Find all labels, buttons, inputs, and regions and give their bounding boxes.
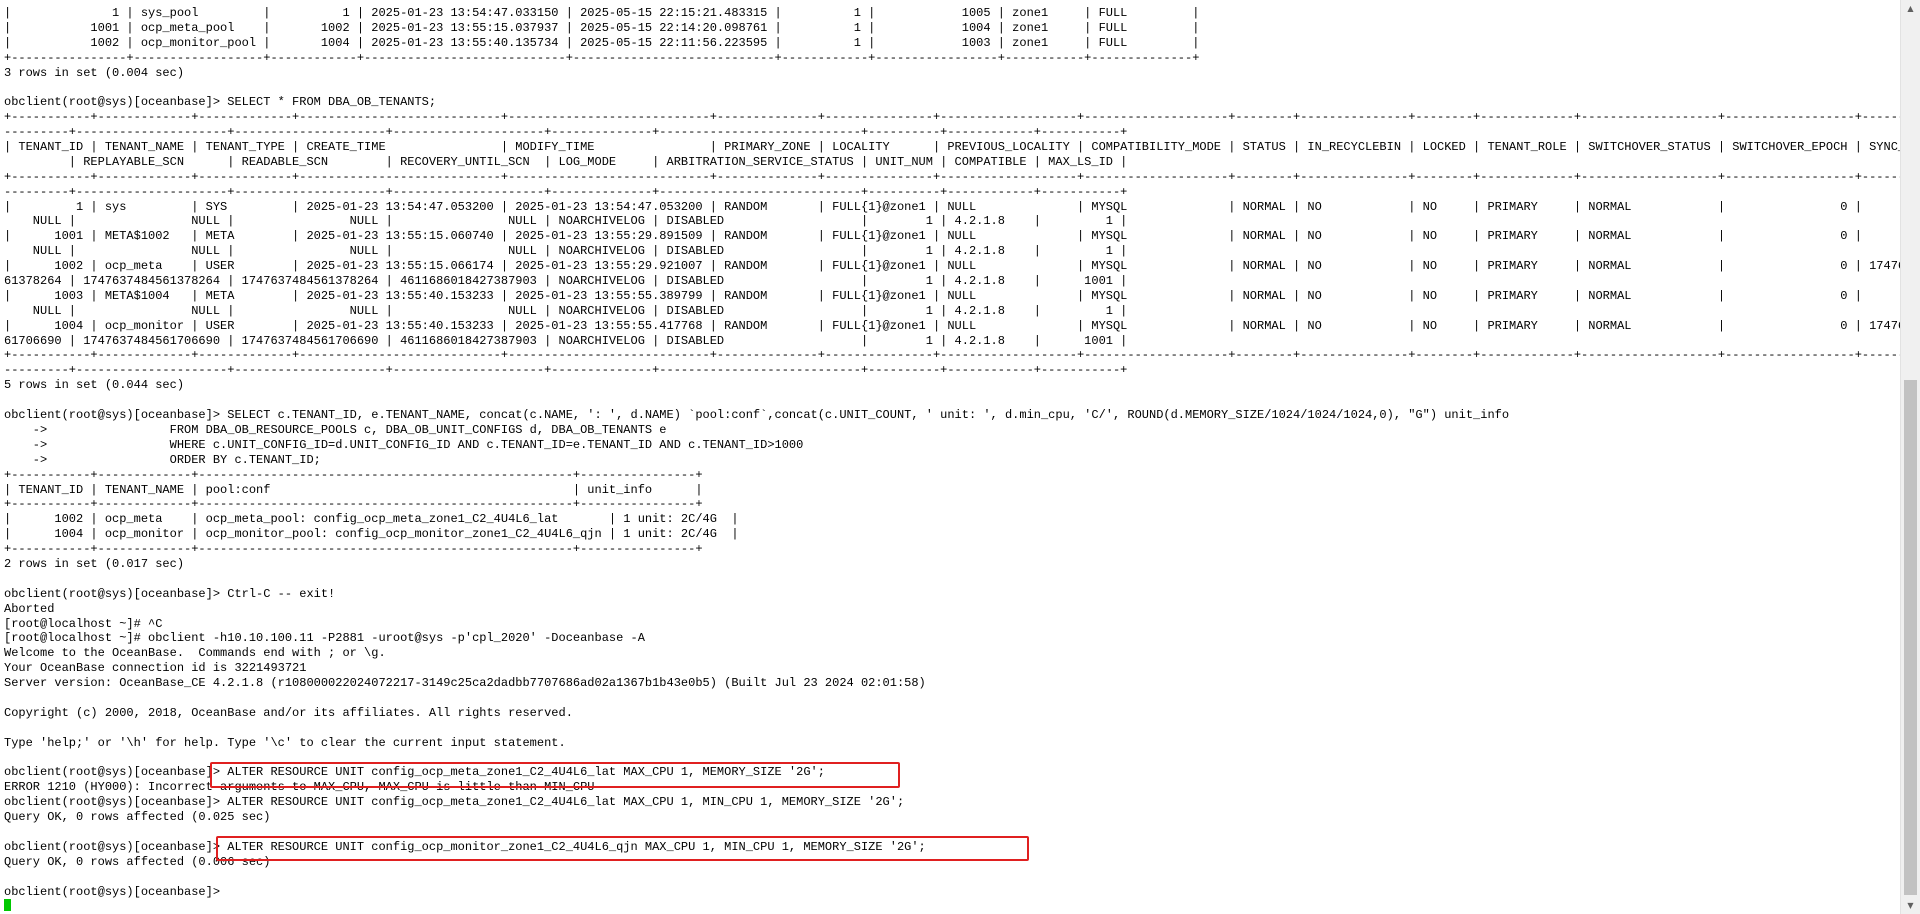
terminal-line: -> ORDER BY c.TENANT_ID; bbox=[4, 452, 321, 467]
terminal-line: 61706690 | 1747637484561706690 | 1747637… bbox=[4, 333, 1128, 348]
terminal-line: Your OceanBase connection id is 32214937… bbox=[4, 661, 307, 676]
terminal-line: [root@localhost ~]# ^C bbox=[4, 616, 163, 631]
terminal-line: | 1002 | ocp_meta | ocp_meta_pool: confi… bbox=[4, 512, 739, 527]
terminal-window[interactable]: | 1 | sys_pool | 1 | 2025-01-23 13:54:47… bbox=[0, 0, 1900, 914]
terminal-line: obclient(root@sys)[oceanbase]> SELECT * … bbox=[4, 95, 437, 110]
terminal-line: obclient(root@sys)[oceanbase]> SELECT c.… bbox=[4, 408, 1510, 423]
terminal-line: | 1 | sys_pool | 1 | 2025-01-23 13:54:47… bbox=[4, 6, 1200, 20]
terminal-line: +-----------+-------------+-------------… bbox=[4, 110, 1900, 125]
terminal-line: 2 rows in set (0.017 sec) bbox=[4, 556, 185, 571]
terminal-line: NULL | NULL | NULL | NULL | NOARCHIVELOG… bbox=[4, 303, 1128, 318]
terminal-line: NULL | NULL | NULL | NULL | NOARCHIVELOG… bbox=[4, 214, 1128, 229]
terminal-line: -> WHERE c.UNIT_CONFIG_ID=d.UNIT_CONFIG_… bbox=[4, 437, 804, 452]
terminal-line: ---------+---------------------+--------… bbox=[4, 184, 1128, 199]
terminal-line: [root@localhost ~]# obclient -h10.10.100… bbox=[4, 631, 645, 646]
terminal-line: | TENANT_ID | TENANT_NAME | TENANT_TYPE … bbox=[4, 140, 1900, 155]
terminal-line: | TENANT_ID | TENANT_NAME | pool:conf | … bbox=[4, 482, 703, 497]
terminal-line: Server version: OceanBase_CE 4.2.1.8 (r1… bbox=[4, 676, 926, 691]
terminal-line: | 1001 | ocp_meta_pool | 1002 | 2025-01-… bbox=[4, 20, 1200, 35]
scroll-down-icon[interactable]: ▼ bbox=[1901, 897, 1920, 914]
terminal-line: Type 'help;' or '\h' for help. Type '\c'… bbox=[4, 735, 566, 750]
terminal-line: | 1 | sys | SYS | 2025-01-23 13:54:47.05… bbox=[4, 199, 1862, 214]
terminal-line: | 1003 | META$1004 | META | 2025-01-23 1… bbox=[4, 288, 1862, 303]
terminal-line: ---------+---------------------+--------… bbox=[4, 125, 1128, 140]
terminal-line: obclient(root@sys)[oceanbase]> Ctrl-C --… bbox=[4, 586, 336, 601]
highlight-box-monitor-alter bbox=[216, 836, 1029, 861]
terminal-line: Copyright (c) 2000, 2018, OceanBase and/… bbox=[4, 705, 573, 720]
terminal-line: | 1004 | ocp_monitor | USER | 2025-01-23… bbox=[4, 318, 1900, 333]
scroll-up-icon[interactable]: ▲ bbox=[1901, 0, 1920, 17]
terminal-line: Welcome to the OceanBase. Commands end w… bbox=[4, 646, 386, 661]
terminal-line: | 1004 | ocp_monitor | ocp_monitor_pool:… bbox=[4, 527, 739, 542]
terminal-line: +-----------+-------------+-------------… bbox=[4, 169, 1900, 184]
terminal-line: +-----------+-------------+-------------… bbox=[4, 542, 703, 557]
terminal-line: 3 rows in set (0.004 sec) bbox=[4, 65, 185, 80]
highlight-box-failed-alter bbox=[210, 762, 900, 788]
terminal-line: -> FROM DBA_OB_RESOURCE_POOLS c, DBA_OB_… bbox=[4, 422, 667, 437]
terminal-prompt-line[interactable] bbox=[4, 899, 1900, 914]
terminal-line: Aborted bbox=[4, 601, 55, 616]
terminal-line: 5 rows in set (0.044 sec) bbox=[4, 378, 185, 393]
terminal-line: ---------+---------------------+--------… bbox=[4, 363, 1128, 378]
vertical-scrollbar[interactable]: ▲ ▼ bbox=[1900, 0, 1920, 914]
terminal-line: +-----------+-------------+-------------… bbox=[4, 348, 1900, 363]
terminal-line: +-----------+-------------+-------------… bbox=[4, 497, 703, 512]
terminal-line: +----------------+------------------+---… bbox=[4, 50, 1200, 65]
terminal-line: NULL | NULL | NULL | NULL | NOARCHIVELOG… bbox=[4, 244, 1128, 259]
terminal-line: +-----------+-------------+-------------… bbox=[4, 467, 703, 482]
terminal-line: | 1001 | META$1002 | META | 2025-01-23 1… bbox=[4, 229, 1862, 244]
terminal-line: 61378264 | 1747637484561378264 | 1747637… bbox=[4, 274, 1128, 289]
scrollbar-thumb[interactable] bbox=[1904, 380, 1917, 895]
terminal-line: obclient(root@sys)[oceanbase]> bbox=[4, 884, 228, 899]
terminal-line: | 1002 | ocp_monitor_pool | 1004 | 2025-… bbox=[4, 35, 1200, 50]
terminal-line: | REPLAYABLE_SCN | READABLE_SCN | RECOVE… bbox=[4, 154, 1128, 169]
text-cursor bbox=[4, 899, 11, 912]
terminal-line: | 1002 | ocp_meta | USER | 2025-01-23 13… bbox=[4, 259, 1900, 274]
terminal-line: obclient(root@sys)[oceanbase]> ALTER RES… bbox=[4, 795, 905, 810]
terminal-line: Query OK, 0 rows affected (0.025 sec) bbox=[4, 810, 271, 825]
